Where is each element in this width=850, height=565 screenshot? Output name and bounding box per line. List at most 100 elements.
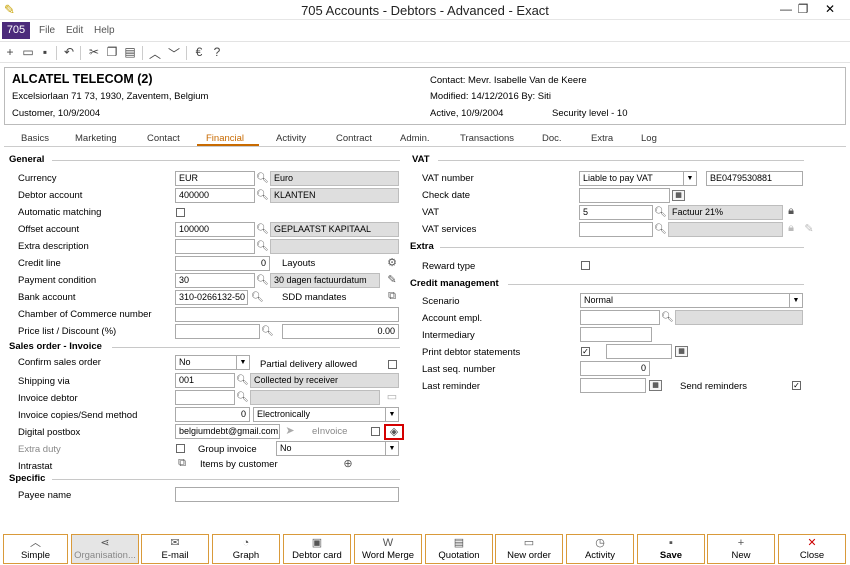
new-order-button[interactable]: ▭ New order (495, 534, 563, 564)
account-empl-field[interactable] (580, 310, 660, 325)
external-link-icon[interactable]: ⧉ (385, 290, 399, 303)
word-merge-button[interactable]: W Word Merge (354, 534, 422, 564)
pencil-icon[interactable]: ✎ (385, 273, 399, 286)
quotation-button[interactable]: ▤ Quotation (425, 534, 493, 564)
lookup-icon[interactable]: 🔍︎ (255, 273, 270, 288)
euro-icon[interactable]: € (191, 45, 207, 59)
payee-name-field[interactable] (175, 487, 399, 502)
chevron-down-icon[interactable]: ▼ (789, 293, 803, 308)
lookup-icon[interactable]: 🔍︎ (260, 324, 275, 339)
print-statements-checkbox[interactable]: ✓ (581, 347, 590, 356)
gear-icon[interactable]: ⚙ (385, 256, 399, 269)
last-reminder-field[interactable] (580, 378, 646, 393)
vat-code-field[interactable]: 5 (579, 205, 653, 220)
folder-icon[interactable]: ▭ (385, 390, 399, 403)
chevron-down-icon[interactable]: ▼ (385, 441, 399, 456)
last-seq-field[interactable]: 0 (580, 361, 650, 376)
chevron-down-icon[interactable]: ▼ (385, 407, 399, 422)
offset-account-code-field[interactable]: 100000 (175, 222, 255, 237)
lookup-icon[interactable]: 🔍︎ (653, 205, 668, 220)
debtor-card-button[interactable]: ▣ Debtor card (283, 534, 351, 564)
bank-account-field[interactable]: 310-0266132-50 (175, 290, 248, 305)
digital-postbox-field[interactable]: belgiumdebt@gmail.com (175, 424, 280, 439)
tab-doc[interactable]: Doc. (542, 133, 562, 144)
organisation-button[interactable]: ⋖ Organisation... (71, 534, 139, 564)
calendar-icon[interactable]: ▦ (672, 190, 685, 201)
cut-icon[interactable]: ✂ (86, 45, 102, 59)
help-icon[interactable]: ? (209, 45, 225, 59)
calendar-icon[interactable]: ▦ (675, 346, 688, 357)
simple-button[interactable]: ︿ Simple (3, 534, 68, 564)
email-button[interactable]: ✉ E-mail (141, 534, 209, 564)
tab-extra[interactable]: Extra (591, 133, 613, 144)
reward-type-checkbox[interactable] (581, 261, 590, 270)
tab-contact[interactable]: Contact (147, 133, 180, 144)
lookup-icon[interactable]: 🔍︎ (255, 171, 270, 186)
scenario-select[interactable]: Normal (580, 293, 790, 308)
external-link-icon[interactable]: ⧉ (175, 457, 189, 470)
debtor-account-code-field[interactable]: 400000 (175, 188, 255, 203)
open-icon[interactable]: ▭ (20, 45, 36, 59)
partial-delivery-checkbox[interactable] (388, 360, 397, 369)
tab-financial[interactable]: Financial (206, 133, 244, 144)
lock-icon[interactable]: 🔒︎ (784, 222, 798, 235)
intermediary-field[interactable] (580, 327, 652, 342)
calendar-icon[interactable]: ▦ (649, 380, 662, 391)
save-button[interactable]: ▪ Save (637, 534, 705, 564)
credit-line-field[interactable]: 0 (175, 256, 270, 271)
activity-button[interactable]: ◷ Activity (566, 534, 634, 564)
paste-icon[interactable]: ▤ (122, 45, 138, 59)
price-list-field[interactable] (175, 324, 260, 339)
vat-type-select[interactable]: Liable to pay VAT (579, 171, 684, 186)
close-window-icon[interactable]: ✕ (822, 2, 838, 16)
send-method-select[interactable]: Electronically (253, 407, 386, 422)
tab-marketing[interactable]: Marketing (75, 133, 117, 144)
send-reminders-checkbox[interactable]: ✓ (792, 381, 801, 390)
lookup-icon[interactable]: 🔍︎ (255, 222, 270, 237)
invoice-copies-field[interactable]: 0 (175, 407, 250, 422)
check-date-field[interactable] (579, 188, 670, 203)
lookup-icon[interactable]: 🔍︎ (255, 239, 270, 254)
pencil-icon[interactable]: ✎ (802, 222, 816, 235)
lookup-icon[interactable]: 🔍︎ (660, 310, 675, 325)
chevron-up-icon[interactable]: ︿ (147, 45, 163, 62)
payment-condition-code-field[interactable]: 30 (175, 273, 255, 288)
shipping-via-code-field[interactable]: 001 (175, 373, 235, 388)
restore-icon[interactable]: ❐ (795, 2, 811, 16)
lock-icon[interactable]: 🔒︎ (784, 205, 798, 218)
undo-icon[interactable]: ↶ (61, 45, 77, 59)
currency-code-field[interactable]: EUR (175, 171, 255, 186)
graph-button[interactable]: ◔ Graph (212, 534, 280, 564)
target-icon[interactable]: ⊕ (341, 457, 355, 470)
invoice-debtor-field[interactable] (175, 390, 235, 405)
send-icon[interactable]: ➤ (283, 424, 297, 437)
new-button[interactable]: + New (707, 534, 775, 564)
lookup-icon[interactable]: 🔍︎ (235, 390, 250, 405)
lookup-icon[interactable]: 🔍︎ (653, 222, 668, 237)
tab-basics[interactable]: Basics (21, 133, 49, 144)
menu-help[interactable]: Help (94, 25, 115, 36)
chevron-down-icon[interactable]: ﹀ (166, 45, 182, 62)
tab-activity[interactable]: Activity (276, 133, 306, 144)
lookup-icon[interactable]: 🔍︎ (255, 188, 270, 203)
save-icon[interactable]: ▪ (37, 45, 53, 59)
minimize-icon[interactable]: — (778, 2, 794, 16)
tab-contract[interactable]: Contract (336, 133, 372, 144)
tab-admin[interactable]: Admin. (400, 133, 430, 144)
confirm-sales-order-select[interactable]: No (175, 355, 237, 370)
menu-edit[interactable]: Edit (66, 25, 83, 36)
group-invoice-select[interactable]: No (276, 441, 386, 456)
automatic-matching-checkbox[interactable] (176, 208, 185, 217)
chevron-down-icon[interactable]: ▼ (236, 355, 250, 370)
copy-icon[interactable]: ❐ (104, 45, 120, 59)
lookup-icon[interactable]: 🔍︎ (250, 290, 265, 305)
einvoice-checkbox[interactable] (371, 427, 380, 436)
extra-duty-checkbox[interactable] (176, 444, 185, 453)
tab-log[interactable]: Log (641, 133, 657, 144)
print-statements-date-field[interactable] (606, 344, 672, 359)
new-icon[interactable]: + (2, 45, 18, 59)
chamber-field[interactable] (175, 307, 399, 322)
discount-field[interactable]: 0.00 (282, 324, 399, 339)
extra-description-field[interactable] (175, 239, 255, 254)
chevron-down-icon[interactable]: ▼ (683, 171, 697, 186)
